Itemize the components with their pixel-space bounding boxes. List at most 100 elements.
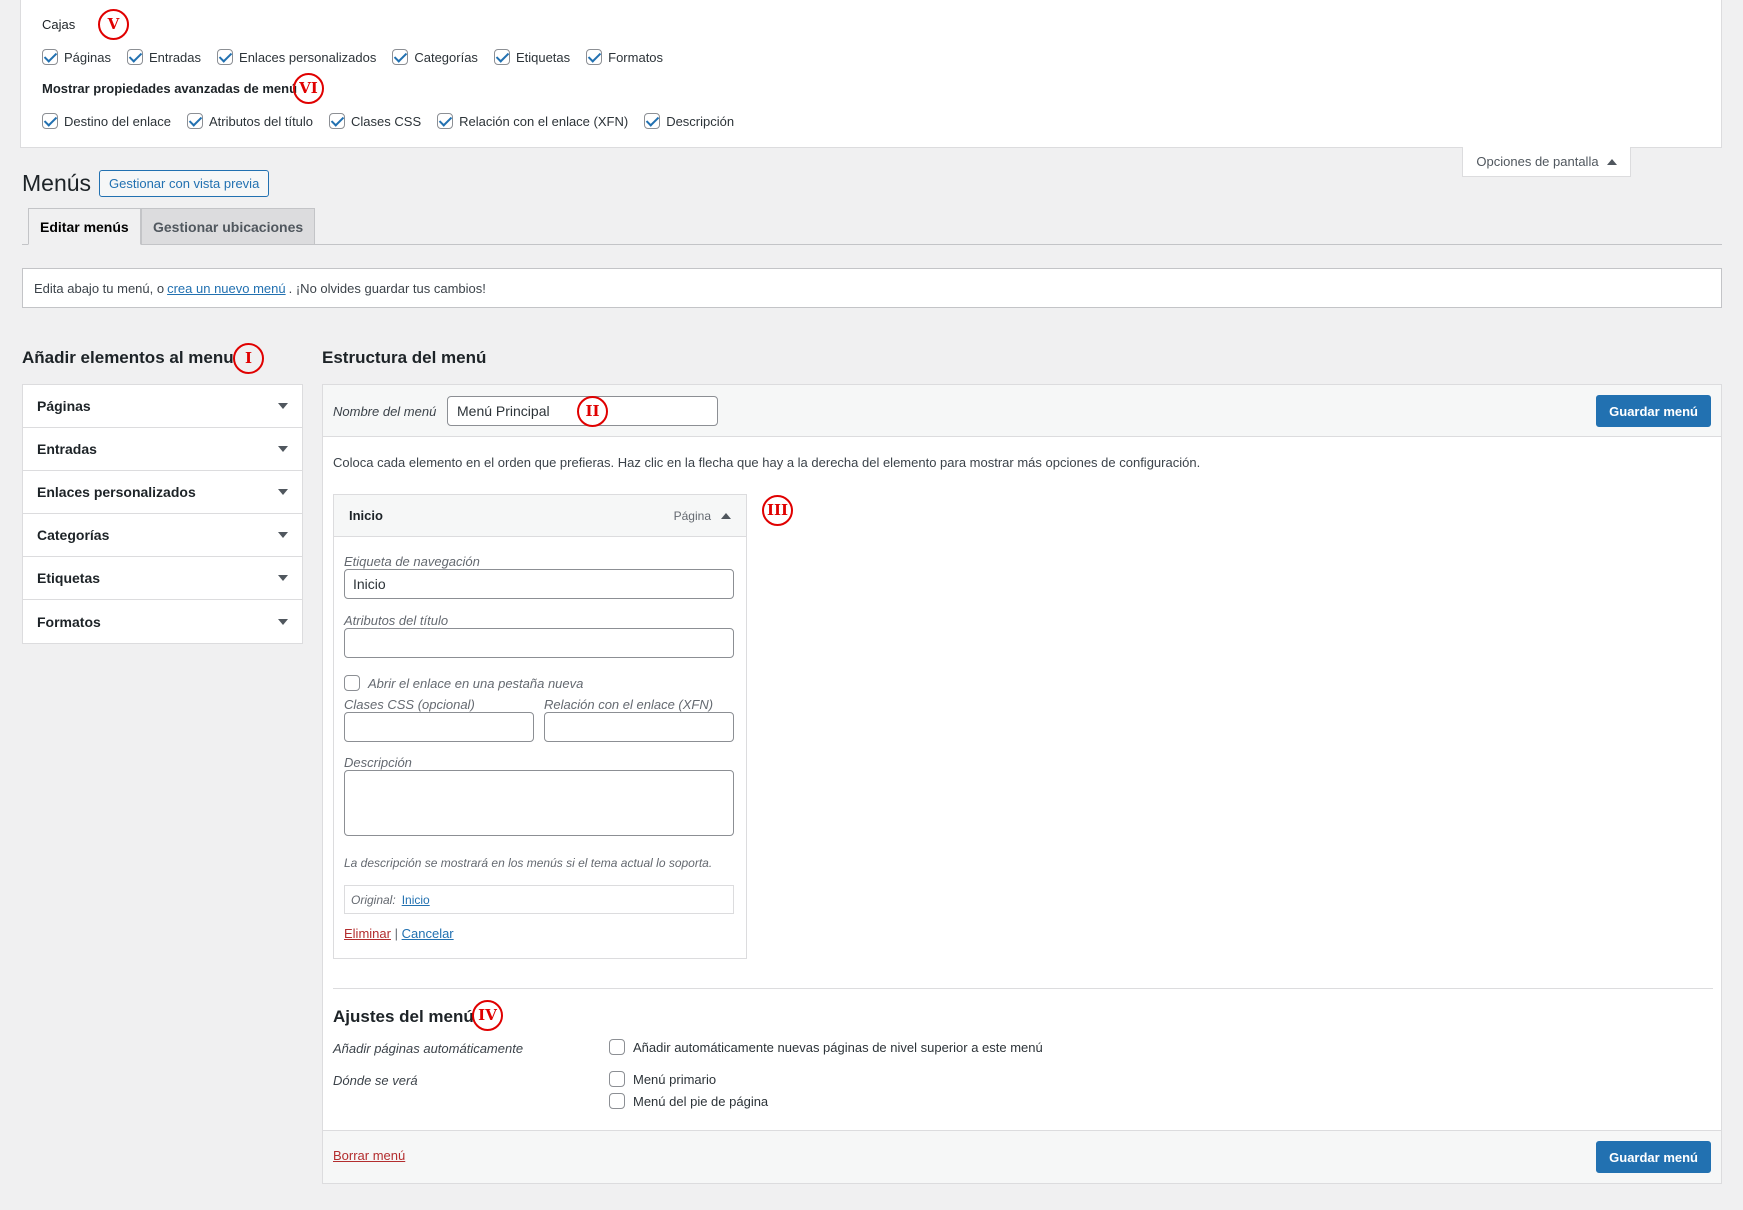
advanced-property-option[interactable]: Destino del enlace (42, 113, 171, 129)
description-textarea[interactable] (344, 770, 734, 836)
open-new-tab-option[interactable]: Abrir el enlace en una pestaña nueva (344, 675, 583, 691)
boxes-checkbox-row: Páginas Entradas Enlaces personalizados Cat… (42, 49, 679, 65)
box-checkbox[interactable] (392, 49, 409, 65)
notice-text-after: . ¡No olvides guardar tus cambios! (288, 280, 486, 296)
menu-name-value: Menú Principal (457, 403, 550, 419)
box-option[interactable]: Entradas (126, 49, 202, 65)
auto-add-checkbox[interactable] (609, 1039, 625, 1055)
caret-down-icon[interactable] (278, 403, 288, 409)
location-primary-label: Menú primario (633, 1071, 717, 1087)
box-checkbox[interactable] (586, 49, 603, 65)
advanced-property-label: Clases CSS (351, 113, 422, 129)
caret-down-icon[interactable] (278, 489, 288, 495)
auto-add-option[interactable]: Añadir automáticamente nuevas páginas de… (609, 1039, 1043, 1055)
advanced-property-option[interactable]: Atributos del título (186, 113, 314, 129)
caret-down-icon[interactable] (278, 532, 288, 538)
nav-label-label: Etiqueta de navegación (344, 554, 480, 569)
manage-with-preview-button[interactable]: Gestionar con vista previa (99, 170, 270, 197)
add-items-accordion: Páginas Entradas Enlaces personalizados Cat… (22, 384, 303, 644)
accordion-section-title: Formatos (37, 613, 101, 630)
original-link[interactable]: Inicio (402, 893, 430, 907)
advanced-property-checkbox[interactable] (186, 113, 203, 129)
save-menu-button-bottom[interactable]: Guardar menú (1596, 1141, 1711, 1173)
menu-item-handle[interactable]: Inicio Página (334, 495, 746, 537)
xfn-input[interactable] (544, 712, 734, 742)
advanced-property-checkbox[interactable] (644, 113, 661, 129)
advanced-property-checkbox[interactable] (329, 113, 346, 129)
caret-up-icon (1606, 158, 1617, 165)
advanced-property-label: Destino del enlace (64, 113, 171, 129)
annotation-badge-iii: III (762, 495, 793, 526)
title-attribute-label: Atributos del título (344, 613, 449, 628)
remove-item-link[interactable]: Eliminar (344, 926, 391, 941)
tab-edit-menus[interactable]: Editar menús (28, 208, 141, 245)
nav-label-value: Inicio (353, 576, 386, 592)
save-menu-button-top[interactable]: Guardar menú (1596, 395, 1711, 427)
box-checkbox[interactable] (217, 49, 234, 65)
annotation-badge-vi: VI (293, 73, 324, 104)
accordion-section[interactable]: Enlaces personalizados (23, 471, 302, 514)
advanced-properties-title: Mostrar propiedades avanzadas de menú (42, 81, 298, 96)
box-option[interactable]: Páginas (42, 49, 111, 65)
caret-up-icon[interactable] (721, 512, 731, 519)
accordion-section-title: Enlaces personalizados (37, 484, 196, 500)
advanced-property-label: Atributos del título (208, 113, 314, 129)
menu-item-original: Original: Inicio (344, 885, 734, 914)
box-checkbox[interactable] (126, 49, 143, 65)
box-checkbox[interactable] (42, 49, 58, 65)
location-primary-checkbox[interactable] (609, 1071, 625, 1087)
location-footer-checkbox[interactable] (609, 1093, 625, 1109)
xfn-label: Relación con el enlace (XFN) (544, 697, 714, 712)
menu-item-type-label: Página (673, 508, 711, 523)
boxes-title: Cajas (42, 17, 76, 32)
settings-divider (333, 988, 1713, 989)
menu-structure-header: Nombre del menú Menú Principal II Guarda… (323, 385, 1721, 437)
screen-options-panel: Cajas V Páginas Entradas Enlaces personali… (20, 0, 1722, 148)
advanced-property-label: Relación con el enlace (XFN) (459, 113, 629, 129)
accordion-section[interactable]: Páginas (23, 385, 302, 428)
location-option-primary[interactable]: Menú primario (609, 1071, 716, 1087)
screen-options-toggle-label: Opciones de pantalla (1476, 154, 1599, 169)
menu-item-type: Página (674, 509, 731, 523)
screen-options-toggle[interactable]: Opciones de pantalla (1462, 147, 1631, 177)
location-option-footer[interactable]: Menú del pie de página (609, 1093, 768, 1109)
advanced-property-option[interactable]: Relación con el enlace (XFN) (437, 113, 628, 129)
box-label: Etiquetas (515, 49, 571, 65)
annotation-badge-iv: IV (472, 1000, 503, 1031)
box-label: Páginas (64, 49, 111, 65)
box-option[interactable]: Categorías (392, 49, 478, 65)
open-new-tab-label: Abrir el enlace en una pestaña nueva (368, 675, 584, 691)
annotation-badge-i: I (233, 343, 264, 374)
caret-down-icon[interactable] (278, 575, 288, 581)
caret-down-icon[interactable] (278, 618, 288, 625)
auto-add-option-label: Añadir automáticamente nuevas páginas de… (633, 1039, 1043, 1055)
advanced-property-checkbox[interactable] (42, 113, 58, 129)
advanced-property-checkbox[interactable] (437, 113, 454, 129)
advanced-property-option[interactable]: Descripción (644, 113, 734, 129)
open-new-tab-checkbox[interactable] (344, 675, 360, 691)
box-checkbox[interactable] (493, 49, 510, 65)
css-classes-input[interactable] (344, 712, 534, 742)
box-option[interactable]: Enlaces personalizados (217, 49, 376, 65)
box-option[interactable]: Etiquetas (493, 49, 571, 65)
accordion-section[interactable]: Categorías (23, 514, 302, 557)
title-attribute-input[interactable] (344, 628, 734, 658)
accordion-section[interactable]: Formatos (23, 600, 302, 643)
tab-manage-locations[interactable]: Gestionar ubicaciones (141, 208, 316, 245)
accordion-section[interactable]: Entradas (23, 428, 302, 471)
menu-structure-panel: Nombre del menú Menú Principal II Guarda… (322, 384, 1722, 1184)
advanced-property-option[interactable]: Clases CSS (329, 113, 421, 129)
box-label: Formatos (608, 49, 664, 65)
box-option[interactable]: Formatos (586, 49, 663, 65)
caret-down-icon[interactable] (278, 446, 288, 452)
add-items-title: Añadir elementos al menu (22, 348, 234, 367)
box-label: Entradas (148, 49, 202, 65)
accordion-section-title: Entradas (37, 441, 97, 457)
delete-menu-link[interactable]: Borrar menú (333, 1148, 405, 1163)
annotation-badge-ii: II (577, 396, 608, 427)
nav-label-input[interactable]: Inicio (344, 569, 734, 599)
menu-item-title: Inicio (349, 508, 383, 523)
cancel-item-link[interactable]: Cancelar (402, 926, 454, 941)
create-new-menu-link[interactable]: crea un nuevo menú (167, 281, 286, 296)
accordion-section[interactable]: Etiquetas (23, 557, 302, 600)
